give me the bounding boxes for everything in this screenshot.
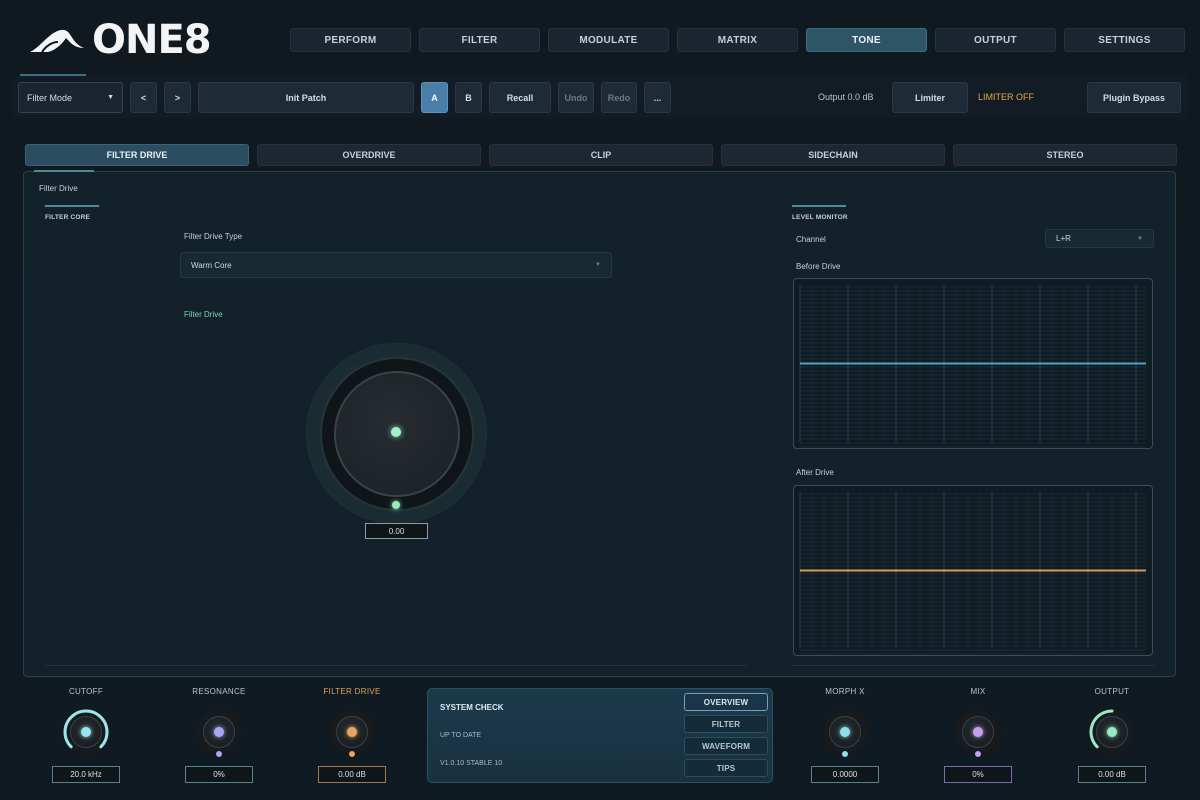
filter-drive-knob[interactable] <box>327 707 377 757</box>
channel-label: Channel <box>796 235 826 244</box>
recall-button[interactable]: Recall <box>489 82 551 113</box>
main-tabs: PERFORM FILTER MODULATE MATRIX TONE OUTP… <box>290 28 1185 52</box>
mix-value-field[interactable]: 0% <box>944 766 1012 783</box>
chevron-down-icon: ▼ <box>1137 235 1143 242</box>
monitor-accent-line <box>792 205 846 207</box>
mix-knob-indicator <box>975 751 981 757</box>
a-button[interactable]: A <box>421 82 448 113</box>
filter-core-heading: FILTER CORE <box>45 214 91 221</box>
subtab-stereo[interactable]: STEREO <box>953 144 1177 166</box>
output-knob-label: OUTPUT <box>1094 687 1130 696</box>
waveform-button[interactable]: WAVEFORM <box>684 737 768 755</box>
limiter-button[interactable]: Limiter <box>892 82 968 113</box>
morph-x-knob-label: MORPH X <box>825 687 865 696</box>
filter-drive-label: Filter Drive <box>184 310 223 319</box>
drive-type-value: Warm Core <box>191 260 232 270</box>
mix-knob[interactable] <box>953 707 1003 757</box>
tab-settings[interactable]: SETTINGS <box>1064 28 1185 52</box>
overview-button[interactable]: OVERVIEW <box>684 693 768 711</box>
bird-logo-icon <box>30 29 84 53</box>
resonance-knob-label: RESONANCE <box>192 687 246 696</box>
resonance-knob-center-dot <box>214 727 224 737</box>
subtab-sidechain[interactable]: SIDECHAIN <box>721 144 945 166</box>
filter-drive-knob-label: FILTER DRIVE <box>323 687 381 696</box>
after-drive-grid <box>799 492 1146 655</box>
limiter-status: LIMITER OFF <box>978 92 1034 102</box>
system-check-status: UP TO DATE <box>440 732 482 739</box>
cutoff-knob[interactable] <box>61 707 111 757</box>
undo-button[interactable]: Undo <box>558 82 594 113</box>
chevron-down-icon: ▼ <box>595 262 601 268</box>
system-check-panel: SYSTEM CHECK UP TO DATE V1.0.10 STABLE 1… <box>427 688 773 783</box>
after-drive-label: After Drive <box>796 468 834 477</box>
resonance-knob-indicator <box>216 751 222 757</box>
before-drive-scope <box>793 278 1153 449</box>
level-monitor-heading: LEVEL MONITOR <box>792 214 848 221</box>
plugin-bypass-button[interactable]: Plugin Bypass <box>1087 82 1181 113</box>
tab-output[interactable]: OUTPUT <box>935 28 1056 52</box>
filter-mode-label: Filter Mode <box>27 92 73 103</box>
output-value-field[interactable]: 0.00 dB <box>1078 766 1146 783</box>
after-drive-scope <box>793 485 1153 656</box>
chevron-down-icon: ▼ <box>107 94 114 101</box>
redo-button[interactable]: Redo <box>601 82 637 113</box>
after-drive-scope-graph <box>799 492 1146 655</box>
cutoff-knob-label: CUTOFF <box>68 687 104 696</box>
filter-drive-knob-indicator <box>392 501 400 509</box>
cutoff-value-field[interactable]: 20.0 kHz <box>52 766 120 783</box>
monitor-divider <box>792 665 1154 666</box>
tab-filter[interactable]: FILTER <box>419 28 540 52</box>
filter-mode-select[interactable]: Filter Mode ▼ <box>18 82 123 113</box>
core-accent-line <box>45 205 99 207</box>
logo-text: ONE8 <box>92 17 212 63</box>
subtab-filter-drive[interactable]: FILTER DRIVE <box>25 144 249 166</box>
resonance-value-field[interactable]: 0% <box>185 766 253 783</box>
panel-divider <box>45 665 747 666</box>
prev-patch-button[interactable]: < <box>130 82 157 113</box>
subtab-clip[interactable]: CLIP <box>489 144 713 166</box>
output-level-readout: Output 0.0 dB <box>818 92 874 102</box>
next-patch-button[interactable]: > <box>164 82 191 113</box>
filter-drive-knob-center-dot <box>347 727 357 737</box>
b-button[interactable]: B <box>455 82 482 113</box>
mix-knob-label: MIX <box>970 687 986 696</box>
filter-info-button[interactable]: FILTER <box>684 715 768 733</box>
tips-button[interactable]: TIPS <box>684 759 768 777</box>
morph-x-knob[interactable] <box>820 707 870 757</box>
filter-drive-value-field[interactable]: 0.00 dB <box>318 766 386 783</box>
morph-x-knob-indicator <box>842 751 848 757</box>
system-check-version: V1.0.10 STABLE 10 <box>440 760 503 767</box>
tab-perform[interactable]: PERFORM <box>290 28 411 52</box>
channel-value: L+R <box>1056 234 1071 243</box>
panel-title: Filter Drive <box>39 184 78 193</box>
filter-drive-knob-indicator <box>349 751 355 757</box>
tab-tone[interactable]: TONE <box>806 28 927 52</box>
plugin-window: ONE8 PERFORM FILTER MODULATE MATRIX TONE… <box>0 0 1200 800</box>
tab-matrix[interactable]: MATRIX <box>677 28 798 52</box>
filter-drive-value-field[interactable]: 0.00 <box>365 523 428 539</box>
before-drive-label: Before Drive <box>796 262 841 271</box>
channel-select[interactable]: L+R ▼ <box>1045 229 1154 248</box>
drive-type-select[interactable]: Warm Core ▼ <box>180 252 612 278</box>
filter-drive-knob-center-dot <box>391 427 401 437</box>
resonance-knob[interactable] <box>194 707 244 757</box>
cutoff-knob-center-dot <box>81 727 91 737</box>
before-drive-grid <box>799 285 1146 448</box>
patch-name-display[interactable]: Init Patch <box>198 82 414 113</box>
brand-logo: ONE8 <box>28 17 212 63</box>
output-knob[interactable] <box>1087 707 1137 757</box>
sub-tabs: FILTER DRIVE OVERDRIVE CLIP SIDECHAIN ST… <box>25 144 1177 166</box>
panel-accent-line <box>34 170 94 172</box>
tab-modulate[interactable]: MODULATE <box>548 28 669 52</box>
before-drive-scope-graph <box>799 285 1146 448</box>
mix-knob-center-dot <box>973 727 983 737</box>
more-button[interactable]: ... <box>644 82 671 113</box>
morph-x-value-field[interactable]: 0.0000 <box>811 766 879 783</box>
morph-x-knob-center-dot <box>840 727 850 737</box>
output-knob-center-dot <box>1107 727 1117 737</box>
drive-type-label: Filter Drive Type <box>184 232 243 241</box>
subtab-overdrive[interactable]: OVERDRIVE <box>257 144 481 166</box>
system-check-title: SYSTEM CHECK <box>440 703 504 712</box>
